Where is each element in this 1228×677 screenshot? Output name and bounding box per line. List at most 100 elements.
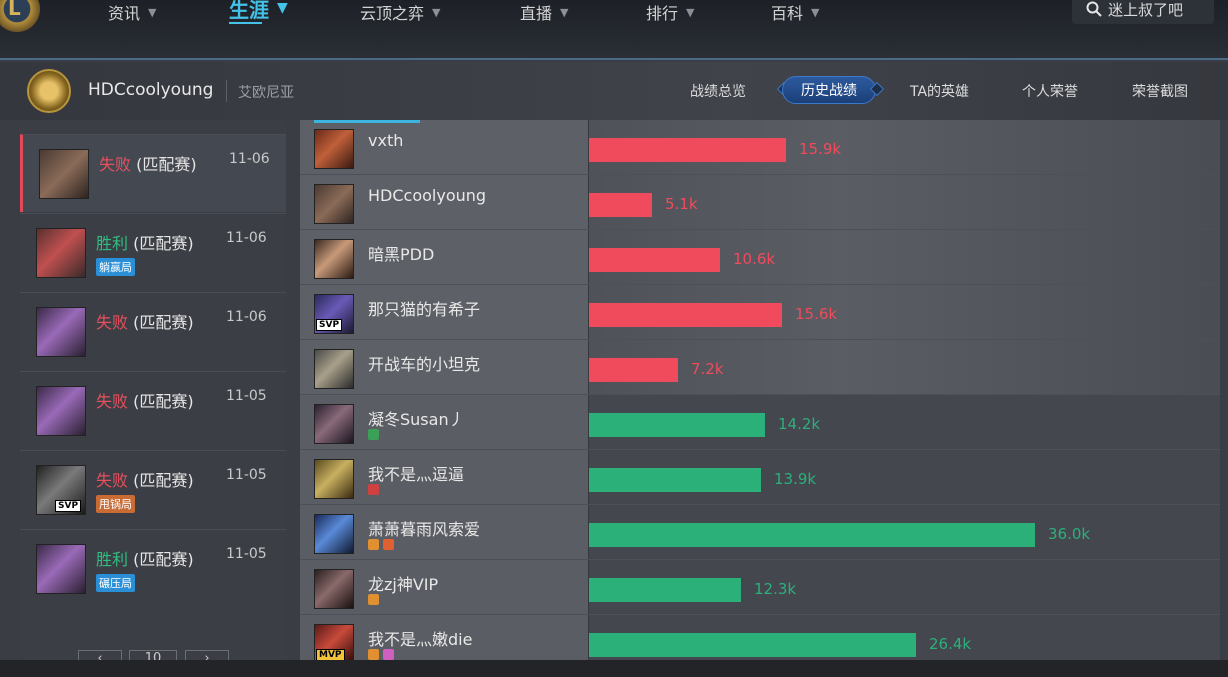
player-name[interactable]: 开战车的小坦克	[368, 351, 480, 375]
champion-icon[interactable]	[314, 349, 354, 389]
champion-icon	[36, 228, 86, 278]
player-badges	[368, 429, 379, 440]
match-item[interactable]: 胜利 (匹配赛) 11-05 碾压局	[20, 529, 286, 607]
player-name[interactable]: vxth	[368, 131, 403, 150]
summoner-name: HDCcoolyoung	[88, 80, 214, 100]
match-date: 11-05	[226, 546, 267, 562]
player-badges	[368, 539, 394, 550]
player-name[interactable]: 那只猫的有希子	[368, 296, 480, 320]
tab-honors[interactable]: 个人荣誉	[1022, 81, 1078, 101]
damage-bar	[589, 523, 1035, 547]
match-item[interactable]: SVP 失败 (匹配赛) 11-05 甩锅局	[20, 450, 286, 528]
player-name-cell: 开战车的小坦克	[300, 340, 588, 394]
match-date: 11-06	[226, 230, 267, 246]
nav-item-label: 云顶之弈	[360, 4, 425, 23]
nav-item-wiki[interactable]: 百科 ▼	[771, 0, 819, 24]
match-date: 11-05	[226, 388, 267, 404]
champion-icon[interactable]	[314, 129, 354, 169]
damage-value: 12.3k	[754, 580, 797, 598]
damage-cell: 7.2k	[588, 340, 1220, 394]
player-name-cell: 我不是灬逗逼	[300, 450, 588, 504]
nav-item-label: 生涯	[229, 0, 269, 22]
tab-heroes[interactable]: TA的英雄	[910, 81, 969, 101]
top-nav: L 资讯 ▼ 生涯 ▼ 云顶之弈 ▼ 直播 ▼ 排行 ▼ 百科 ▼ 迷上叔了吧	[0, 0, 1228, 60]
player-row[interactable]: 凝冬Susan丿 14.2k	[300, 395, 1220, 450]
badge-icon	[368, 594, 379, 605]
nav-item-news[interactable]: 资讯 ▼	[108, 0, 156, 24]
bottom-strip	[0, 660, 1228, 677]
damage-bar	[589, 193, 652, 217]
damage-bar	[589, 633, 916, 657]
damage-cell: 36.0k	[588, 505, 1220, 559]
player-name[interactable]: 凝冬Susan丿	[368, 406, 465, 430]
scoreboard-tab-indicator	[314, 120, 420, 123]
tab-screenshots[interactable]: 荣誉截图	[1132, 81, 1188, 101]
search-box[interactable]: 迷上叔了吧	[1072, 0, 1214, 24]
player-name[interactable]: 我不是灬逗逼	[368, 461, 464, 485]
match-item[interactable]: 失败 (匹配赛) 11-06	[20, 134, 286, 212]
badge-icon	[368, 649, 379, 660]
nav-item-ranking[interactable]: 排行 ▼	[646, 0, 694, 24]
badge-icon	[383, 539, 394, 550]
chevron-down-icon: ▼	[686, 5, 695, 19]
match-result: 失败 (匹配赛)	[99, 155, 197, 174]
damage-cell: 5.1k	[588, 175, 1220, 229]
player-name-cell: 凝冬Susan丿	[300, 395, 588, 449]
champion-icon	[39, 149, 89, 199]
damage-cell: 12.3k	[588, 560, 1220, 614]
badge-icon	[368, 484, 379, 495]
tab-history[interactable]: 历史战绩	[782, 76, 876, 104]
player-row[interactable]: SVP 那只猫的有希子 15.6k	[300, 285, 1220, 340]
player-name-cell: 龙zj神VIP	[300, 560, 588, 614]
nav-item-career[interactable]: 生涯 ▼	[229, 0, 288, 24]
champion-icon[interactable]	[314, 404, 354, 444]
divider	[226, 80, 227, 102]
nav-item-live[interactable]: 直播 ▼	[520, 0, 568, 24]
player-row[interactable]: 萧萧暮雨风索爱 36.0k	[300, 505, 1220, 560]
player-name[interactable]: 龙zj神VIP	[368, 571, 438, 595]
match-item[interactable]: 失败 (匹配赛) 11-06	[20, 292, 286, 370]
match-item[interactable]: 失败 (匹配赛) 11-05	[20, 371, 286, 449]
match-result: 胜利 (匹配赛)	[96, 234, 194, 253]
match-result: 胜利 (匹配赛)	[96, 550, 194, 569]
badge-icon	[383, 649, 394, 660]
match-date: 11-06	[226, 309, 267, 325]
damage-value: 13.9k	[774, 470, 817, 488]
chevron-down-icon: ▼	[148, 5, 157, 19]
champion-icon	[36, 386, 86, 436]
player-row[interactable]: 开战车的小坦克 7.2k	[300, 340, 1220, 395]
player-name[interactable]: 萧萧暮雨风索爱	[368, 516, 480, 540]
svp-badge: SVP	[316, 319, 343, 331]
champion-icon[interactable]	[314, 184, 354, 224]
damage-bar	[589, 358, 678, 382]
nav-item-tft[interactable]: 云顶之弈 ▼	[360, 0, 440, 24]
champion-icon[interactable]	[314, 569, 354, 609]
champion-icon[interactable]	[314, 239, 354, 279]
match-item[interactable]: 胜利 (匹配赛) 11-06 躺赢局	[20, 213, 286, 291]
player-row[interactable]: 暗黑PDD 10.6k	[300, 230, 1220, 285]
player-name[interactable]: 暗黑PDD	[368, 241, 434, 265]
player-row[interactable]: HDCcoolyoung 5.1k	[300, 175, 1220, 230]
player-row[interactable]: 龙zj神VIP 12.3k	[300, 560, 1220, 615]
match-date: 11-06	[229, 151, 270, 167]
damage-value: 5.1k	[665, 195, 698, 213]
match-result: 失败 (匹配赛)	[96, 471, 194, 490]
player-row[interactable]: vxth 15.9k	[300, 120, 1220, 175]
player-row[interactable]: 我不是灬逗逼 13.9k	[300, 450, 1220, 505]
champion-icon[interactable]: SVP	[314, 294, 354, 334]
damage-value: 7.2k	[691, 360, 724, 378]
player-name[interactable]: 我不是灬嫩die	[368, 626, 472, 650]
avatar[interactable]	[27, 69, 71, 113]
champion-icon	[36, 544, 86, 594]
champion-icon[interactable]: MVP	[314, 624, 354, 664]
damage-value: 14.2k	[778, 415, 821, 433]
champion-icon[interactable]	[314, 459, 354, 499]
lol-logo[interactable]: L	[0, 0, 40, 32]
search-text: 迷上叔了吧	[1108, 0, 1184, 19]
champion-icon[interactable]	[314, 514, 354, 554]
damage-bar	[589, 248, 720, 272]
badge-icon	[368, 539, 379, 550]
tab-overview[interactable]: 战绩总览	[690, 81, 746, 101]
player-name[interactable]: HDCcoolyoung	[368, 186, 486, 205]
server-name: 艾欧尼亚	[238, 85, 294, 101]
